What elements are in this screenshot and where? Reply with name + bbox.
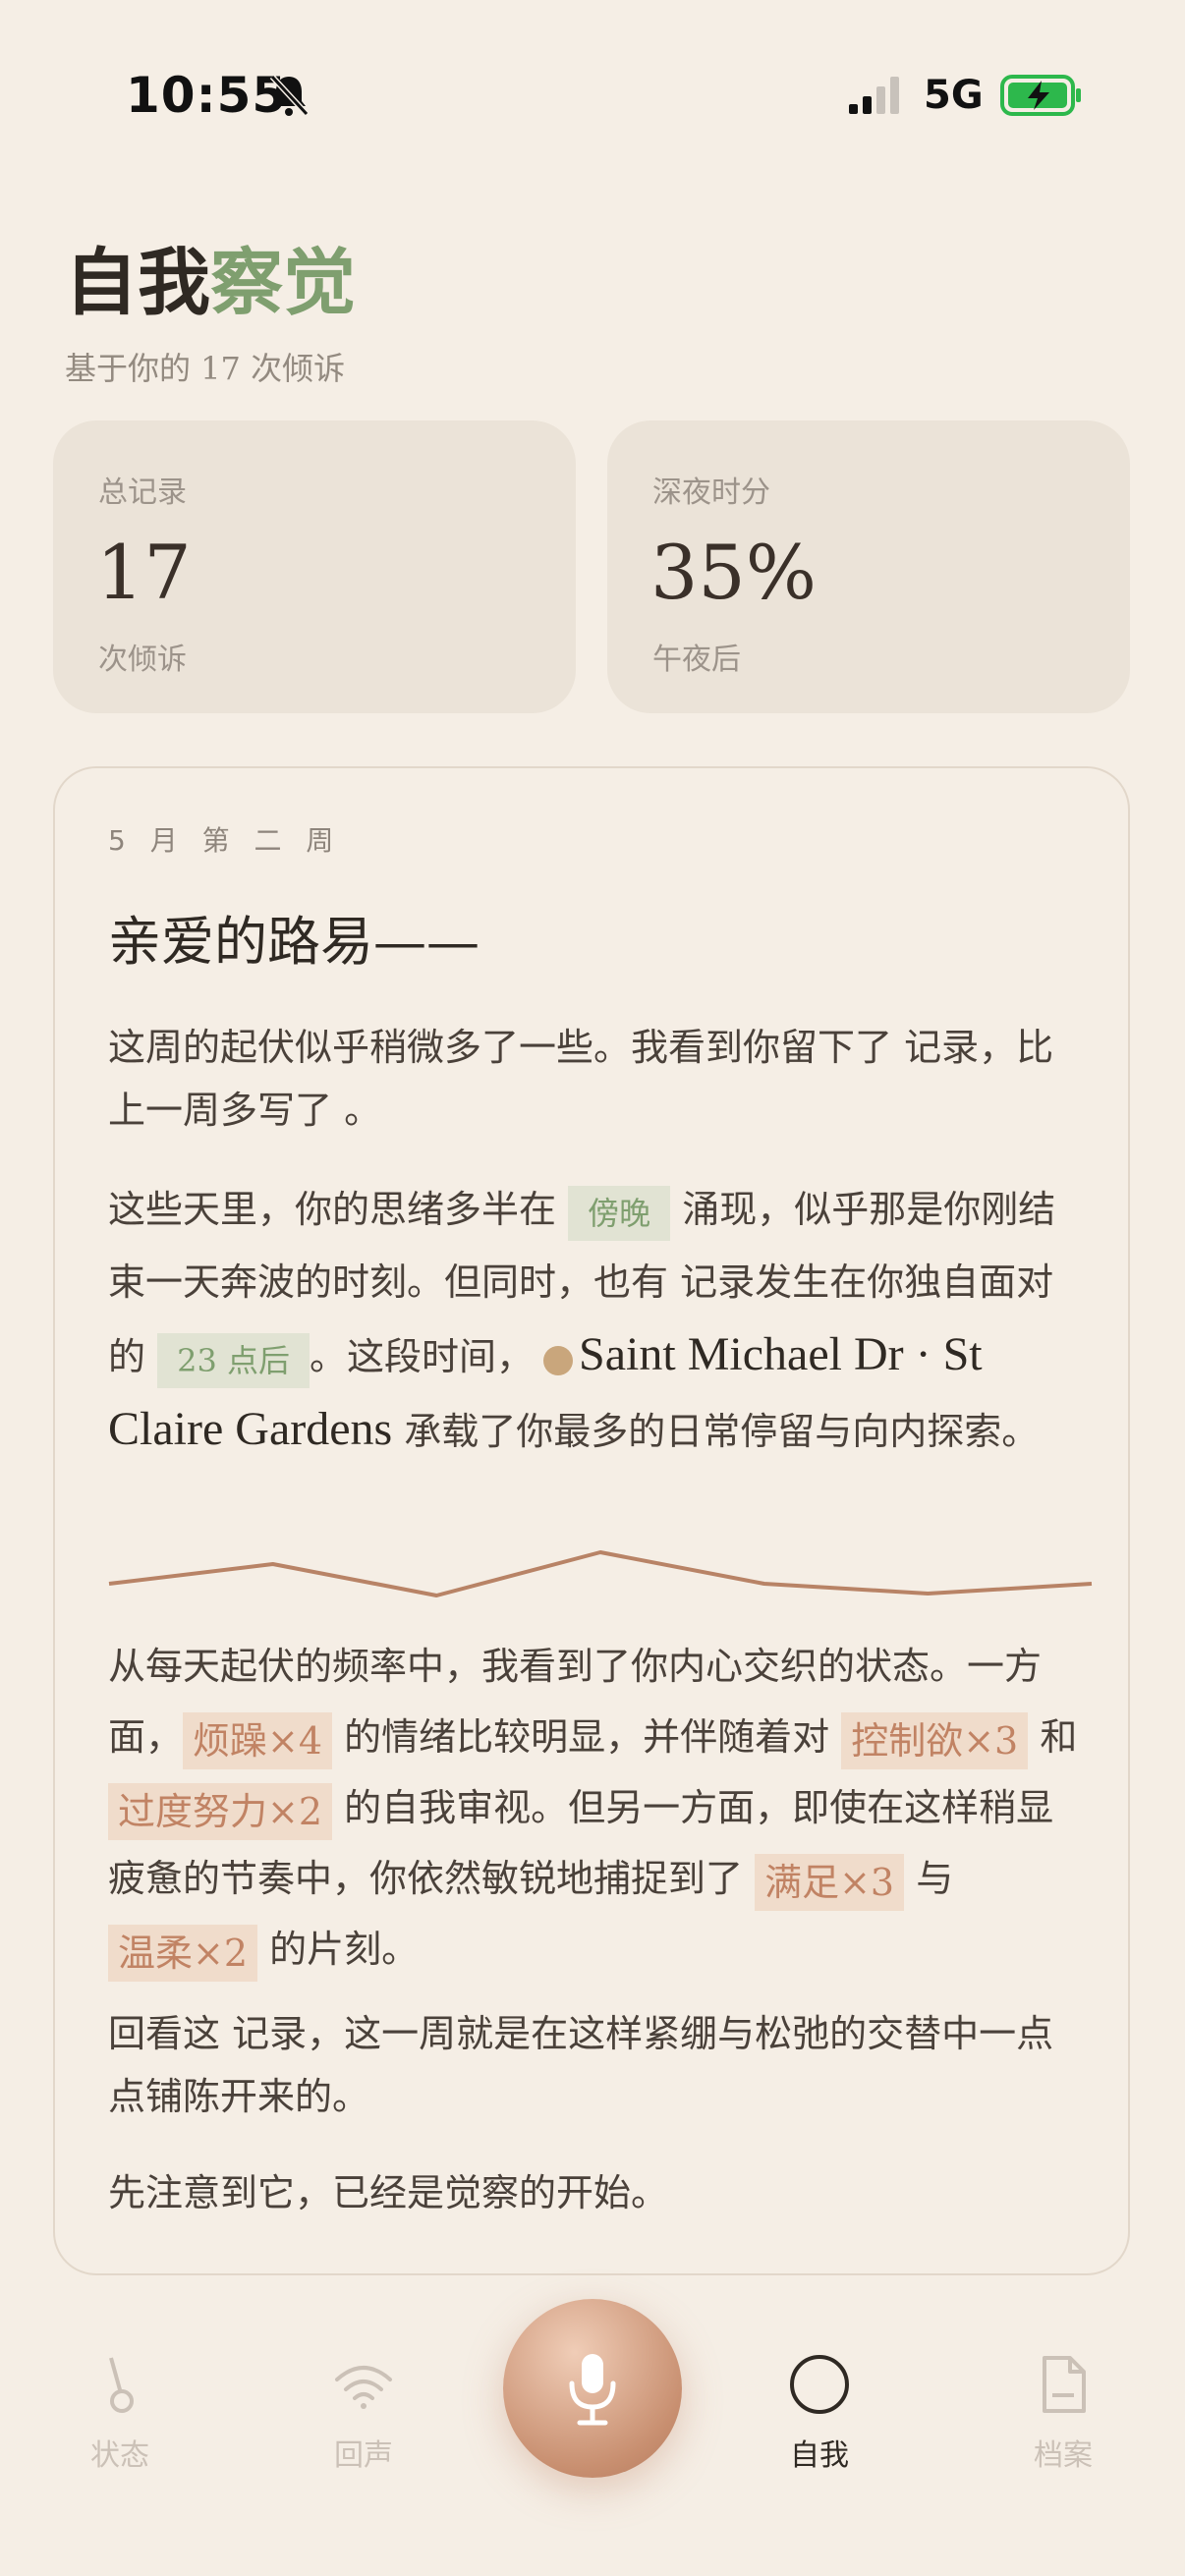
- status-bar: 10:55 5G: [0, 0, 1185, 187]
- emotion-tag: 烦躁×4: [183, 1711, 333, 1769]
- nav-item-self[interactable]: 自我: [731, 2352, 908, 2474]
- nav-item-echo[interactable]: 回声: [275, 2352, 452, 2474]
- mood-wave-line: [108, 1550, 1093, 1597]
- week-label: 5 月 第 二 周: [108, 824, 342, 857]
- page-title: 自我察觉: [65, 241, 356, 325]
- network-type: 5G: [924, 73, 984, 118]
- letter-paragraph-4: 回看这 记录，这一周就是在这样紧绷与松弛的交替中一点点铺陈开来的。: [108, 2012, 1054, 2118]
- status-time: 10:55: [126, 67, 288, 124]
- time-tag-late-night: 23 点后: [157, 1332, 310, 1388]
- stat-value: 35%: [650, 529, 817, 616]
- bell-muted-icon: [269, 74, 310, 117]
- signal-icon: [849, 77, 899, 114]
- letter-paragraph-1: 这周的起伏似乎稍微多了一些。我看到你留下了 记录，比上一周多写了 。: [108, 1026, 1054, 1132]
- nav-label: 回声: [334, 2438, 393, 2473]
- microphone-icon: [569, 2354, 616, 2426]
- nav-label: 自我: [790, 2438, 849, 2473]
- moon-icon: [790, 2355, 849, 2414]
- location-dot-icon: [543, 1345, 574, 1375]
- record-voice-button[interactable]: [503, 2299, 682, 2478]
- stat-value: 17: [96, 529, 192, 616]
- stat-unit: 午夜后: [652, 643, 741, 677]
- document-icon: [1043, 2356, 1086, 2413]
- emotion-tag: 满足×3: [755, 1853, 905, 1911]
- nav-label: 档案: [1034, 2438, 1093, 2473]
- time-tag-evening: 傍晚: [568, 1185, 671, 1241]
- stat-label: 深夜时分: [652, 476, 770, 510]
- stat-unit: 次倾诉: [98, 643, 187, 677]
- stat-card-total[interactable]: 总记录 17 次倾诉: [53, 420, 576, 713]
- wifi-icon: [335, 2366, 392, 2409]
- emotion-tag: 温柔×2: [108, 1924, 258, 1982]
- stat-card-late-night[interactable]: 深夜时分 35% 午夜后: [607, 420, 1130, 713]
- nav-label: 状态: [90, 2438, 149, 2473]
- bottom-nav: 状态 回声 自我 档案: [0, 2299, 1185, 2576]
- battery-charging-icon: [1000, 75, 1081, 116]
- pendulum-icon: [109, 2357, 134, 2413]
- emotion-tag: 控制欲×3: [841, 1711, 1029, 1769]
- page-subtitle: 基于你的 17 次倾诉: [65, 350, 346, 387]
- nav-item-archive[interactable]: 档案: [975, 2352, 1152, 2474]
- nav-item-status[interactable]: 状态: [31, 2352, 208, 2474]
- letter-greeting: 亲爱的路易——: [108, 911, 480, 973]
- mood-wave-chart: [108, 1550, 1093, 1597]
- stat-label: 总记录: [98, 476, 187, 510]
- letter-paragraph-2: 这些天里，你的思绪多半在 傍晚 涌现，似乎那是你刚结束一天奔波的时刻。但同时，也…: [108, 1173, 1091, 1468]
- letter-paragraph-5: 先注意到它，已经是觉察的开始。: [108, 2171, 669, 2214]
- letter-paragraph-3: 从每天起伏的频率中，我看到了你内心交织的状态。一方面， 烦躁×4 的情绪比较明显，…: [108, 1631, 1091, 1985]
- emotion-tag: 过度努力×2: [108, 1782, 333, 1840]
- weekly-letter-card: 5 月 第 二 周 亲爱的路易—— 这周的起伏似乎稍微多了一些。我看到你留下了 …: [53, 766, 1130, 2275]
